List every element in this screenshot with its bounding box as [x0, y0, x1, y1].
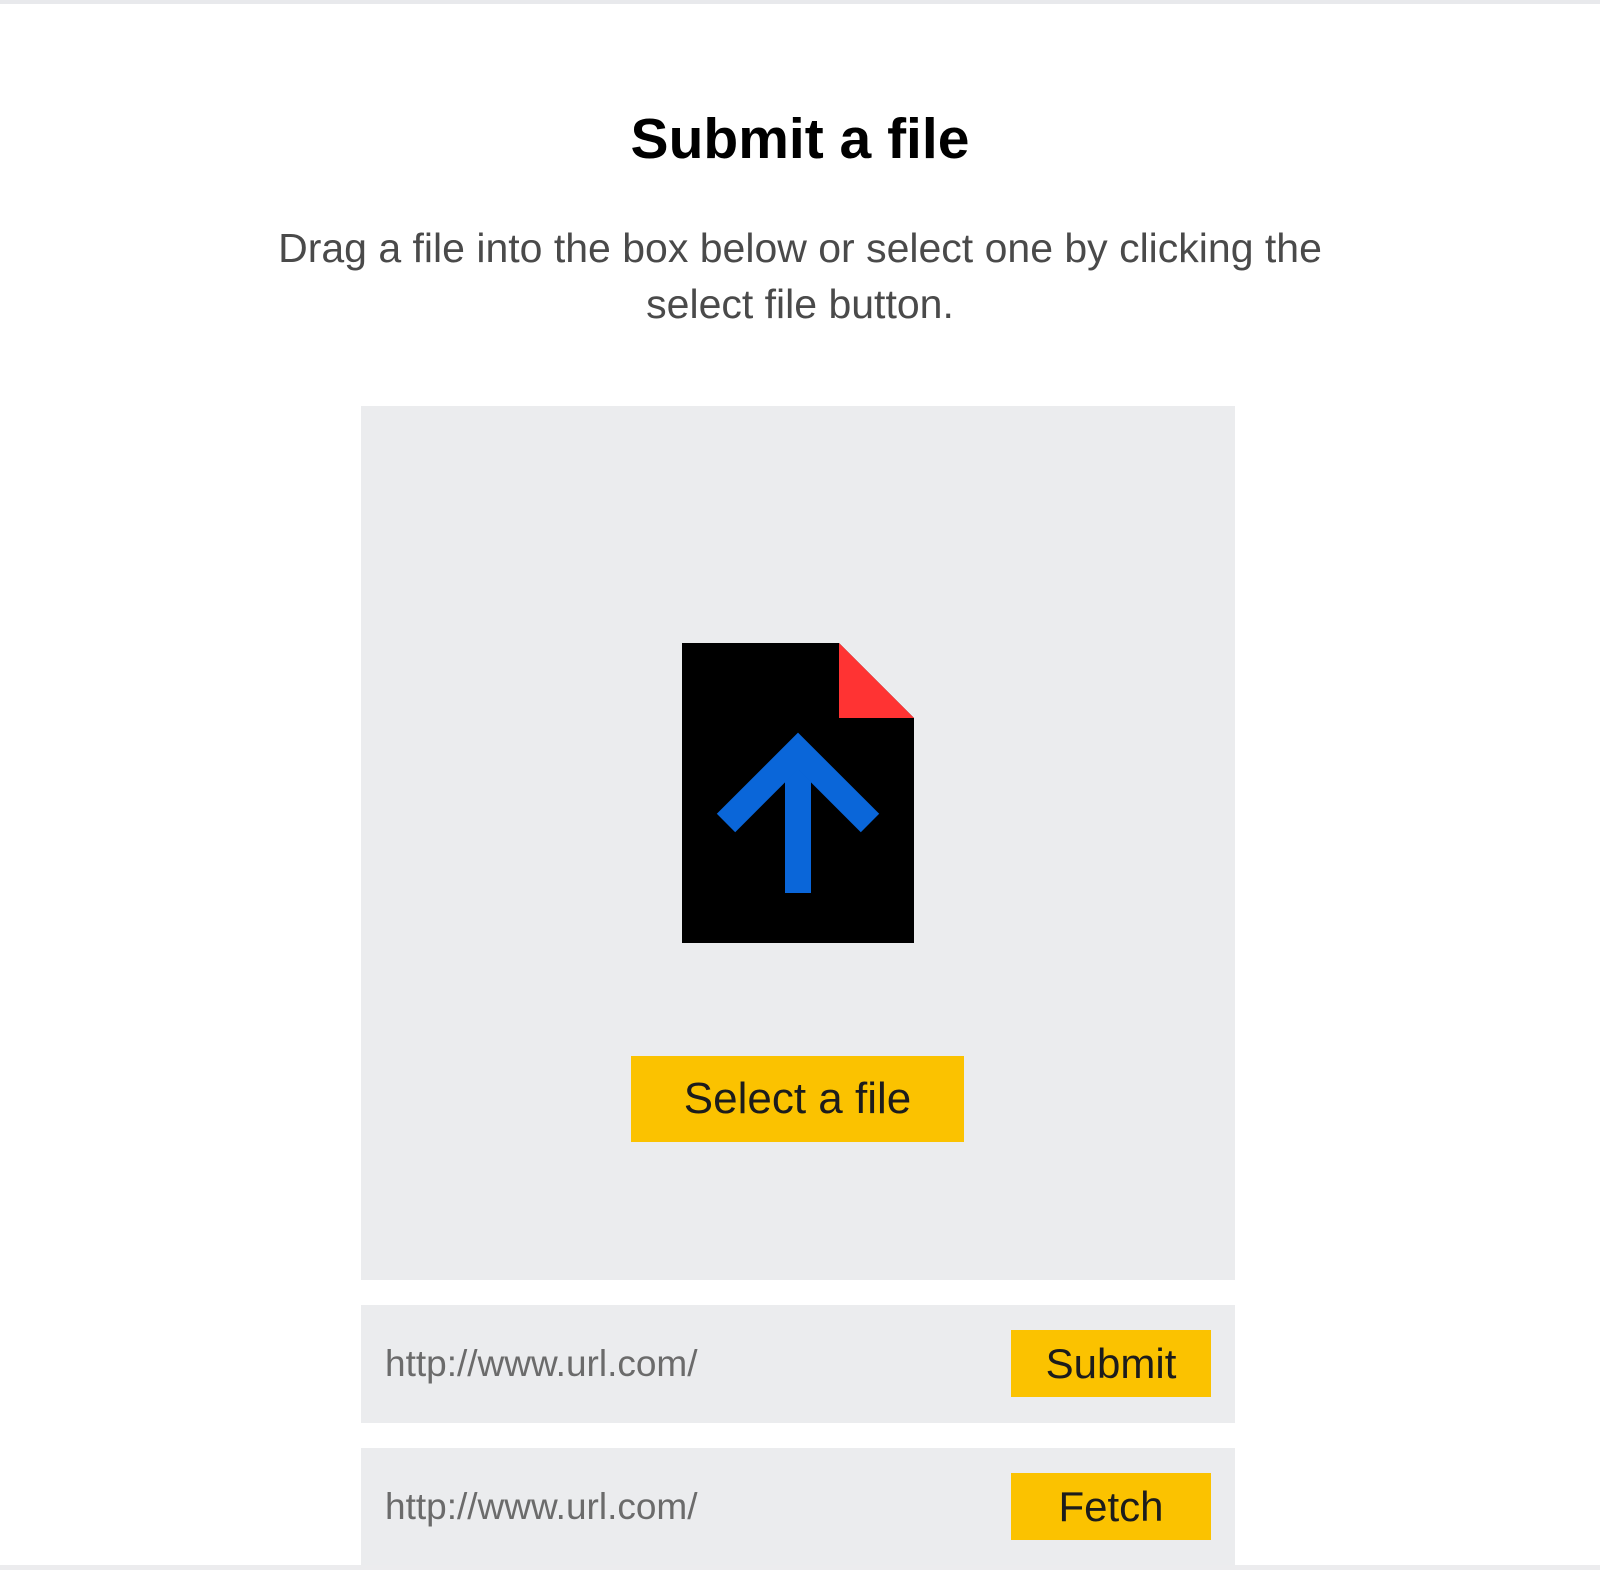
bottom-divider [0, 1565, 1600, 1570]
fetch-button[interactable]: Fetch [1011, 1473, 1211, 1540]
submit-button[interactable]: Submit [1011, 1330, 1211, 1397]
submit-url-row: Submit [361, 1305, 1235, 1423]
select-file-button[interactable]: Select a file [631, 1056, 964, 1142]
fetch-url-input[interactable] [385, 1472, 985, 1542]
fetch-url-row: Fetch [361, 1448, 1235, 1566]
submit-url-input[interactable] [385, 1329, 985, 1399]
page-title: Submit a file [630, 107, 970, 171]
file-corner-fold [839, 643, 914, 718]
top-divider [0, 0, 1600, 4]
page-subtitle: Drag a file into the box below or select… [278, 225, 1322, 327]
file-upload-icon [682, 643, 914, 943]
